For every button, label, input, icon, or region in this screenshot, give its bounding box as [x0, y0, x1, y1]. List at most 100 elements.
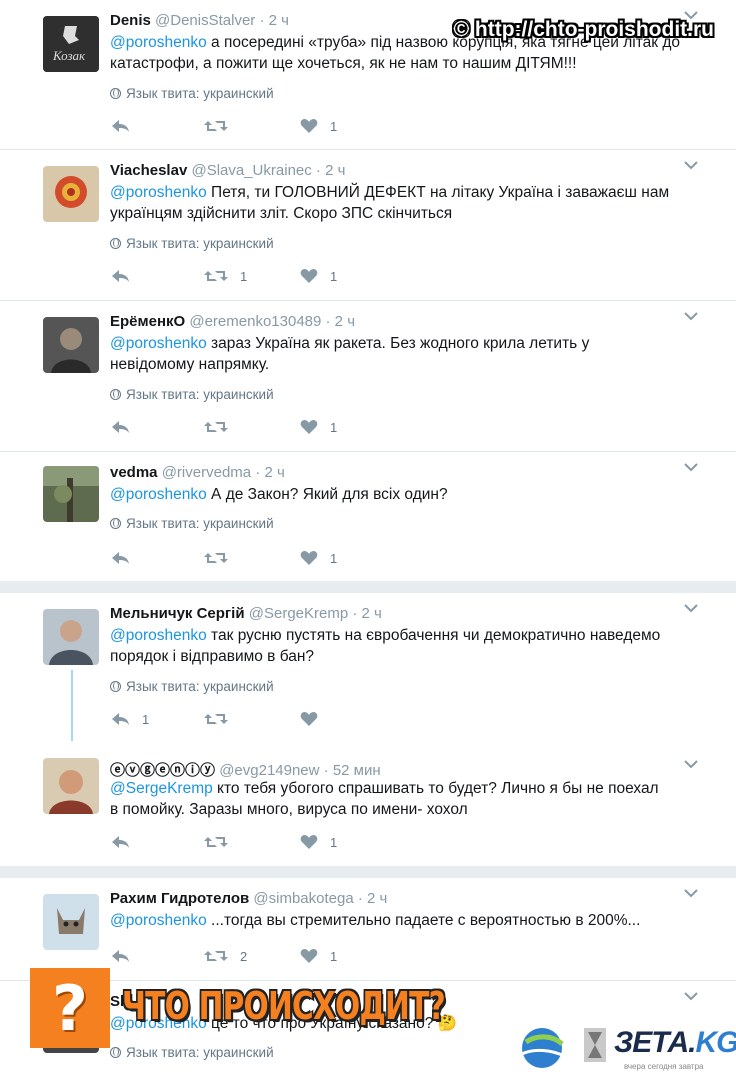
- tweet-header: Viacheslav @Slava_Ukrainec · 2 ч: [110, 162, 345, 179]
- author-name[interactable]: vedma: [110, 464, 158, 481]
- author-name[interactable]: ⓔⓥⓖⓔⓝⓘⓨ: [110, 762, 215, 779]
- retweet-button[interactable]: 2: [204, 948, 247, 964]
- tweet-5[interactable]: Мельничук Сергій @SergeKremp · 2 ч @poro…: [0, 593, 736, 741]
- like-button[interactable]: 1: [300, 834, 337, 850]
- tweet-3[interactable]: ЕрёменкО @eremenko130489 · 2 ч @poroshen…: [0, 301, 736, 452]
- author-handle[interactable]: @evg2149new: [219, 762, 319, 779]
- author-name[interactable]: Рахим Гидротелов: [110, 890, 249, 907]
- retweet-button[interactable]: [204, 711, 240, 727]
- rose-avatar-icon: [43, 166, 99, 222]
- heart-icon: [300, 551, 318, 565]
- mention-link[interactable]: @poroshenko: [110, 184, 207, 201]
- author-name[interactable]: Мельничук Сергій: [110, 605, 245, 622]
- like-button[interactable]: [300, 711, 330, 727]
- tweet-language[interactable]: Язык твита: украинский: [110, 387, 274, 402]
- zeta-brand: ЗЕТА.KG: [614, 1026, 736, 1059]
- author-handle[interactable]: @DenisStalver: [155, 12, 255, 29]
- reply-icon: [112, 421, 129, 433]
- tweet-header: ЕрёменкО @eremenko130489 · 2 ч: [110, 313, 355, 330]
- avatar[interactable]: [43, 466, 99, 522]
- retweet-button[interactable]: [204, 419, 240, 435]
- avatar[interactable]: [43, 894, 99, 950]
- retweet-button[interactable]: 1: [204, 268, 247, 284]
- mention-link[interactable]: @poroshenko: [110, 486, 207, 503]
- avatar[interactable]: [43, 609, 99, 665]
- reply-icon: [112, 552, 129, 564]
- like-button[interactable]: 1: [300, 948, 337, 964]
- reply-button[interactable]: [110, 118, 130, 134]
- author-name[interactable]: Viacheslav: [110, 162, 187, 179]
- mention-link[interactable]: @poroshenko: [110, 34, 207, 51]
- tweet-language[interactable]: Язык твита: украинский: [110, 516, 274, 531]
- chevron-down-icon[interactable]: [684, 160, 698, 170]
- retweet-button[interactable]: [204, 550, 240, 566]
- like-button[interactable]: 1: [300, 268, 337, 284]
- retweet-button[interactable]: [204, 834, 240, 850]
- tweet-language[interactable]: Язык твита: украинский: [110, 1045, 274, 1060]
- tweet-language[interactable]: Язык твита: украинский: [110, 679, 274, 694]
- author-name[interactable]: Denis: [110, 12, 151, 29]
- retweet-button[interactable]: [204, 118, 240, 134]
- chevron-down-icon[interactable]: [684, 888, 698, 898]
- mention-link[interactable]: @poroshenko: [110, 627, 207, 644]
- chevron-down-icon[interactable]: [684, 603, 698, 613]
- tweet-time[interactable]: · 2 ч: [255, 464, 285, 481]
- reply-icon: [112, 270, 129, 282]
- tweet-text: @poroshenko А де Закон? Який для всіх од…: [110, 486, 448, 503]
- chevron-down-icon[interactable]: [684, 759, 698, 769]
- tweet-time[interactable]: · 2 ч: [316, 162, 346, 179]
- retweet-icon: [204, 121, 228, 131]
- tweet-text: @poroshenko зараз Україна як ракета. Без…: [110, 335, 590, 373]
- tweet-header: Рахим Гидротелов @simbakotega · 2 ч: [110, 890, 387, 907]
- author-name[interactable]: ЕрёменкО: [110, 313, 185, 330]
- reply-button[interactable]: [110, 834, 130, 850]
- author-handle[interactable]: @Slava_Ukrainec: [191, 162, 311, 179]
- source-watermark: © http://chto-proishodit.ru: [453, 18, 714, 41]
- tweet-7[interactable]: Рахим Гидротелов @simbakotega · 2 ч @por…: [0, 878, 736, 981]
- retweet-icon: [204, 271, 228, 281]
- tweet-6[interactable]: ⓔⓥⓖⓔⓝⓘⓨ @evg2149new · 52 мин @SergeKremp…: [0, 741, 736, 866]
- conversation-separator: [0, 581, 736, 593]
- author-handle[interactable]: @SergeKremp: [249, 605, 348, 622]
- tweet-language[interactable]: Язык твита: украинский: [110, 86, 274, 101]
- mention-link[interactable]: @poroshenko: [110, 912, 207, 929]
- chevron-down-icon[interactable]: [684, 462, 698, 472]
- tweet-time[interactable]: · 52 мин: [324, 762, 381, 779]
- person-avatar-icon: [43, 609, 99, 665]
- globe-icon: [110, 238, 121, 249]
- tweet-time[interactable]: · 2 ч: [326, 313, 356, 330]
- retweet-icon: [204, 837, 228, 847]
- reply-button[interactable]: [110, 550, 130, 566]
- globe-icon: [110, 88, 121, 99]
- zeta-tagline: вчера сегодня завтра: [624, 1062, 704, 1071]
- like-button[interactable]: 1: [300, 419, 337, 435]
- globe-icon: [110, 518, 121, 529]
- tweet-language[interactable]: Язык твита: украинский: [110, 236, 274, 251]
- reply-button[interactable]: [110, 419, 130, 435]
- chevron-down-icon[interactable]: [684, 991, 698, 1001]
- tweet-header: vedma @rivervedma · 2 ч: [110, 464, 285, 481]
- reply-button[interactable]: [110, 948, 130, 964]
- tweet-time[interactable]: · 2 ч: [352, 605, 382, 622]
- avatar[interactable]: [43, 758, 99, 814]
- author-handle[interactable]: @eremenko130489: [189, 313, 321, 330]
- tweet-time[interactable]: · 2 ч: [358, 890, 388, 907]
- author-handle[interactable]: @simbakotega: [253, 890, 353, 907]
- avatar[interactable]: [43, 166, 99, 222]
- tweet-2[interactable]: Viacheslav @Slava_Ukrainec · 2 ч @porosh…: [0, 150, 736, 301]
- avatar[interactable]: [43, 317, 99, 373]
- reply-button[interactable]: [110, 268, 130, 284]
- tweet-time[interactable]: · 2 ч: [259, 12, 289, 29]
- mention-link[interactable]: @poroshenko: [110, 335, 207, 352]
- tweet-4[interactable]: vedma @rivervedma · 2 ч @poroshenko А де…: [0, 452, 736, 581]
- forest-avatar-icon: [43, 466, 99, 522]
- chevron-down-icon[interactable]: [684, 311, 698, 321]
- heart-icon: [300, 835, 318, 849]
- avatar[interactable]: Козак: [43, 16, 99, 72]
- author-handle[interactable]: @rivervedma: [162, 464, 251, 481]
- mention-link[interactable]: @SergeKremp: [110, 780, 213, 797]
- question-badge: ?: [30, 968, 110, 1048]
- reply-button[interactable]: 1: [110, 711, 149, 727]
- like-button[interactable]: 1: [300, 550, 337, 566]
- like-button[interactable]: 1: [300, 118, 337, 134]
